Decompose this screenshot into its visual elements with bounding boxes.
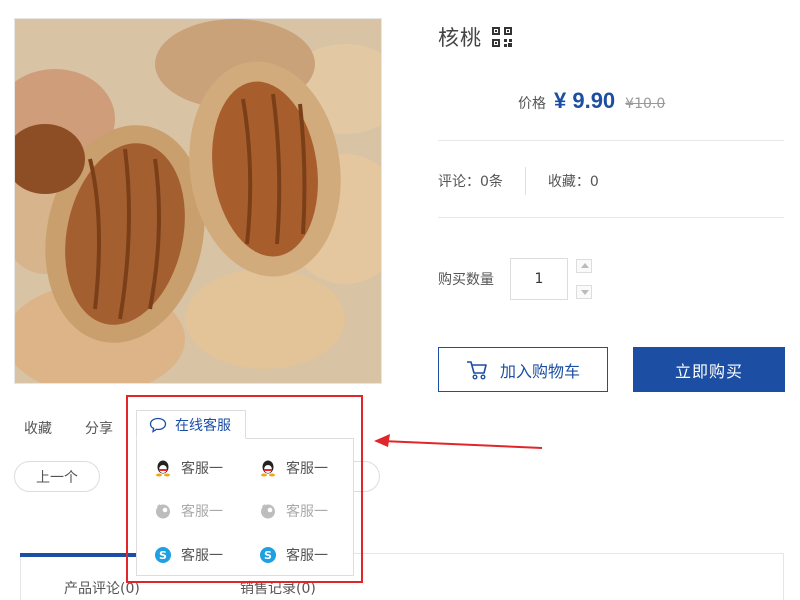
price-label: 价格 bbox=[518, 96, 546, 112]
favorite-count: 收藏：0 bbox=[547, 174, 599, 190]
divider bbox=[438, 140, 784, 141]
stat-divider bbox=[524, 167, 526, 195]
service-item-label: 客服一 bbox=[286, 461, 328, 477]
product-image bbox=[14, 18, 382, 384]
chat-bubble-icon bbox=[149, 417, 167, 433]
service-item[interactable]: S 客服一 bbox=[259, 545, 328, 565]
prev-button[interactable]: 上一个 bbox=[14, 461, 100, 492]
qr-code-icon[interactable] bbox=[492, 27, 512, 47]
add-to-cart-button[interactable]: 加入购物车 bbox=[438, 347, 608, 392]
service-item[interactable]: 客服一 bbox=[259, 501, 328, 521]
increment-button[interactable] bbox=[576, 259, 592, 273]
svg-text:S: S bbox=[159, 549, 167, 562]
price-original: ¥10.0 bbox=[625, 96, 666, 112]
skype-icon: S bbox=[259, 546, 277, 564]
quantity-stepper bbox=[576, 259, 592, 299]
favorite-link[interactable]: 收藏 bbox=[24, 418, 52, 438]
online-service-tab[interactable]: 在线客服 bbox=[136, 410, 246, 439]
product-title: 核桃 bbox=[438, 26, 482, 50]
title-row: 核桃 bbox=[438, 22, 512, 52]
quantity-label: 购买数量 bbox=[438, 272, 494, 288]
skype-icon: S bbox=[154, 546, 172, 564]
qq-icon bbox=[259, 459, 277, 477]
quantity-input[interactable]: 1 bbox=[510, 258, 568, 300]
online-service-label: 在线客服 bbox=[175, 417, 231, 434]
decrement-button[interactable] bbox=[576, 285, 592, 299]
svg-text:S: S bbox=[264, 549, 272, 562]
quantity-row: 购买数量 1 bbox=[438, 258, 592, 300]
service-item[interactable]: S 客服一 bbox=[154, 545, 223, 565]
price-row: 价格 ¥ 9.90 ¥10.0 bbox=[518, 88, 665, 114]
stats-row: 评论：0条 收藏：0 bbox=[438, 166, 599, 196]
tab-sales[interactable]: 销售记录(0) bbox=[240, 578, 316, 598]
review-count: 评论：0条 bbox=[438, 174, 503, 190]
service-item-label: 客服一 bbox=[286, 548, 328, 564]
price-current: ¥ 9.90 bbox=[554, 88, 616, 113]
wangwang-icon bbox=[259, 502, 277, 520]
service-item-label: 客服一 bbox=[181, 548, 223, 564]
buy-now-label: 立即购买 bbox=[674, 361, 743, 381]
service-item-label: 客服一 bbox=[181, 461, 223, 477]
annotation-arrow bbox=[374, 434, 543, 449]
service-item[interactable]: 客服一 bbox=[154, 458, 223, 478]
wangwang-icon bbox=[154, 502, 172, 520]
qq-icon bbox=[154, 459, 172, 477]
service-item-label: 客服一 bbox=[181, 504, 223, 520]
add-to-cart-label: 加入购物车 bbox=[499, 361, 580, 381]
share-link[interactable]: 分享 bbox=[85, 418, 113, 438]
service-item[interactable]: 客服一 bbox=[154, 501, 223, 521]
prev-button-label: 上一个 bbox=[36, 469, 78, 486]
cart-icon bbox=[466, 360, 488, 380]
tab-reviews[interactable]: 产品评论(0) bbox=[64, 578, 140, 598]
divider bbox=[438, 217, 784, 218]
service-item-label: 客服一 bbox=[286, 504, 328, 520]
buy-now-button[interactable]: 立即购买 bbox=[633, 347, 785, 392]
service-dropdown: 客服一 客服一 客服一 客服一 S 客服一 S 客服一 bbox=[136, 438, 354, 576]
service-item[interactable]: 客服一 bbox=[259, 458, 328, 478]
